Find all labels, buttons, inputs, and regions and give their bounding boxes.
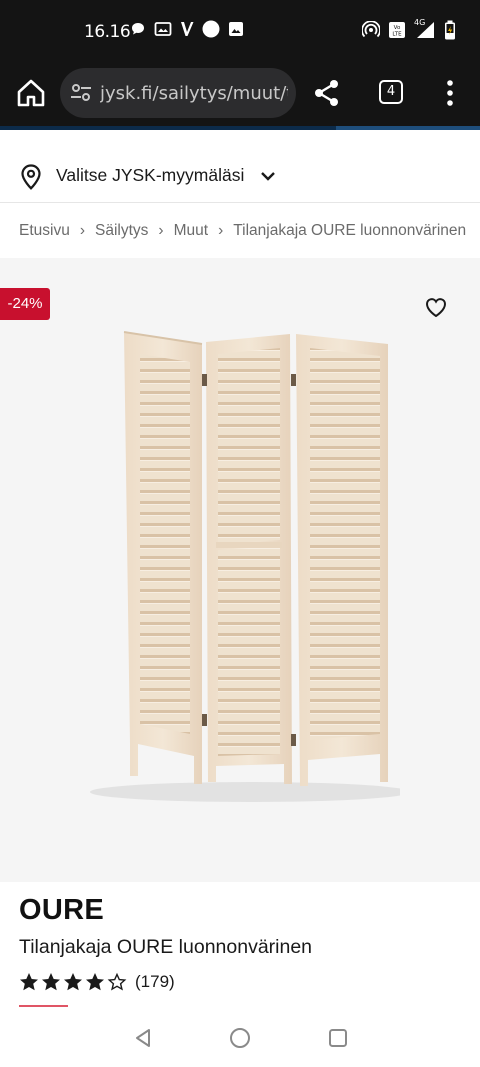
more-menu-icon[interactable] — [440, 78, 460, 108]
star-filled-icon — [86, 973, 104, 991]
v-app-icon — [181, 22, 194, 36]
breadcrumb: Etusivu › Säilytys › Muut › Tilanjakaja … — [19, 220, 479, 242]
location-pin-icon — [21, 164, 41, 190]
url-text[interactable]: jysk.fi/sailytys/muut/ti — [100, 83, 288, 104]
tab-switcher-button[interactable]: 4 — [379, 80, 403, 104]
product-image-gallery[interactable]: -24% — [0, 258, 480, 882]
breadcrumb-item-other[interactable]: Muut — [174, 222, 208, 240]
browser-toolbar: jysk.fi/sailytys/muut/ti 4 — [0, 64, 480, 126]
price-underline — [19, 1005, 68, 1007]
heart-icon[interactable] — [424, 296, 448, 318]
store-selector[interactable]: Valitse JYSK-myymälä​si — [0, 150, 480, 202]
right-panel — [296, 334, 388, 786]
address-bar[interactable]: jysk.fi/sailytys/muut/ti — [60, 68, 296, 118]
hotspot-icon — [362, 21, 380, 38]
share-icon[interactable] — [312, 76, 342, 110]
home-icon[interactable] — [14, 76, 48, 110]
breadcrumb-item-home[interactable]: Etusivu — [19, 222, 70, 240]
system-nav-bar — [0, 1010, 480, 1067]
star-filled-icon — [20, 973, 38, 991]
battery-charging-icon — [445, 20, 455, 40]
status-notification-icons — [130, 20, 244, 38]
nav-recent-apps-icon[interactable] — [328, 1028, 348, 1048]
page-load-progress-rest — [336, 126, 480, 130]
nav-home-icon[interactable] — [229, 1027, 251, 1049]
store-selector-label[interactable]: Valitse JYSK-myymälä​si — [56, 165, 244, 186]
breadcrumb-item-current: Tilanjakaja OURE luonnonvärinen — [233, 222, 467, 239]
circle-dot-icon — [202, 20, 220, 38]
product-name: Tilanjakaja OURE luonnonvärinen — [19, 936, 313, 958]
review-count[interactable]: (179) — [135, 972, 175, 992]
page-load-progress-fill — [0, 126, 336, 130]
breadcrumb-separator: › — [218, 222, 224, 239]
image-icon — [229, 22, 243, 36]
nav-back-icon[interactable] — [134, 1028, 152, 1048]
svg-text:Vo: Vo — [394, 25, 401, 31]
product-brand: OURE — [19, 894, 104, 926]
chevron-down-icon[interactable] — [260, 170, 276, 182]
discount-badge: -24% — [0, 288, 50, 320]
svg-text:LTE: LTE — [392, 32, 402, 38]
status-system-icons: Vo LTE 4G — [362, 18, 456, 40]
network-type-label: 4G — [414, 18, 426, 27]
room-divider-image — [90, 331, 400, 802]
status-time: 16.16 — [84, 22, 131, 42]
site-settings-icon[interactable] — [70, 83, 92, 103]
breadcrumb-item-storage[interactable]: Säilytys — [95, 222, 148, 240]
middle-panel — [206, 334, 292, 784]
gallery-icon — [154, 22, 172, 36]
chat-bubble-icon — [132, 23, 144, 35]
status-bar: 16.16 Vo LTE 4G — [0, 0, 480, 64]
signal-4g-icon: 4G — [414, 18, 436, 39]
star-filled-icon — [64, 973, 82, 991]
page-load-progress — [0, 126, 480, 130]
volte-icon: VoLTE — [389, 22, 405, 38]
breadcrumb-separator: › — [79, 222, 86, 239]
header-divider — [0, 202, 480, 203]
product-rating[interactable]: (179) — [19, 970, 175, 994]
star-empty-icon — [107, 972, 127, 991]
star-rating — [19, 972, 127, 992]
left-panel — [123, 331, 203, 784]
star-filled-icon — [42, 973, 60, 991]
breadcrumb-separator: › — [158, 222, 164, 239]
